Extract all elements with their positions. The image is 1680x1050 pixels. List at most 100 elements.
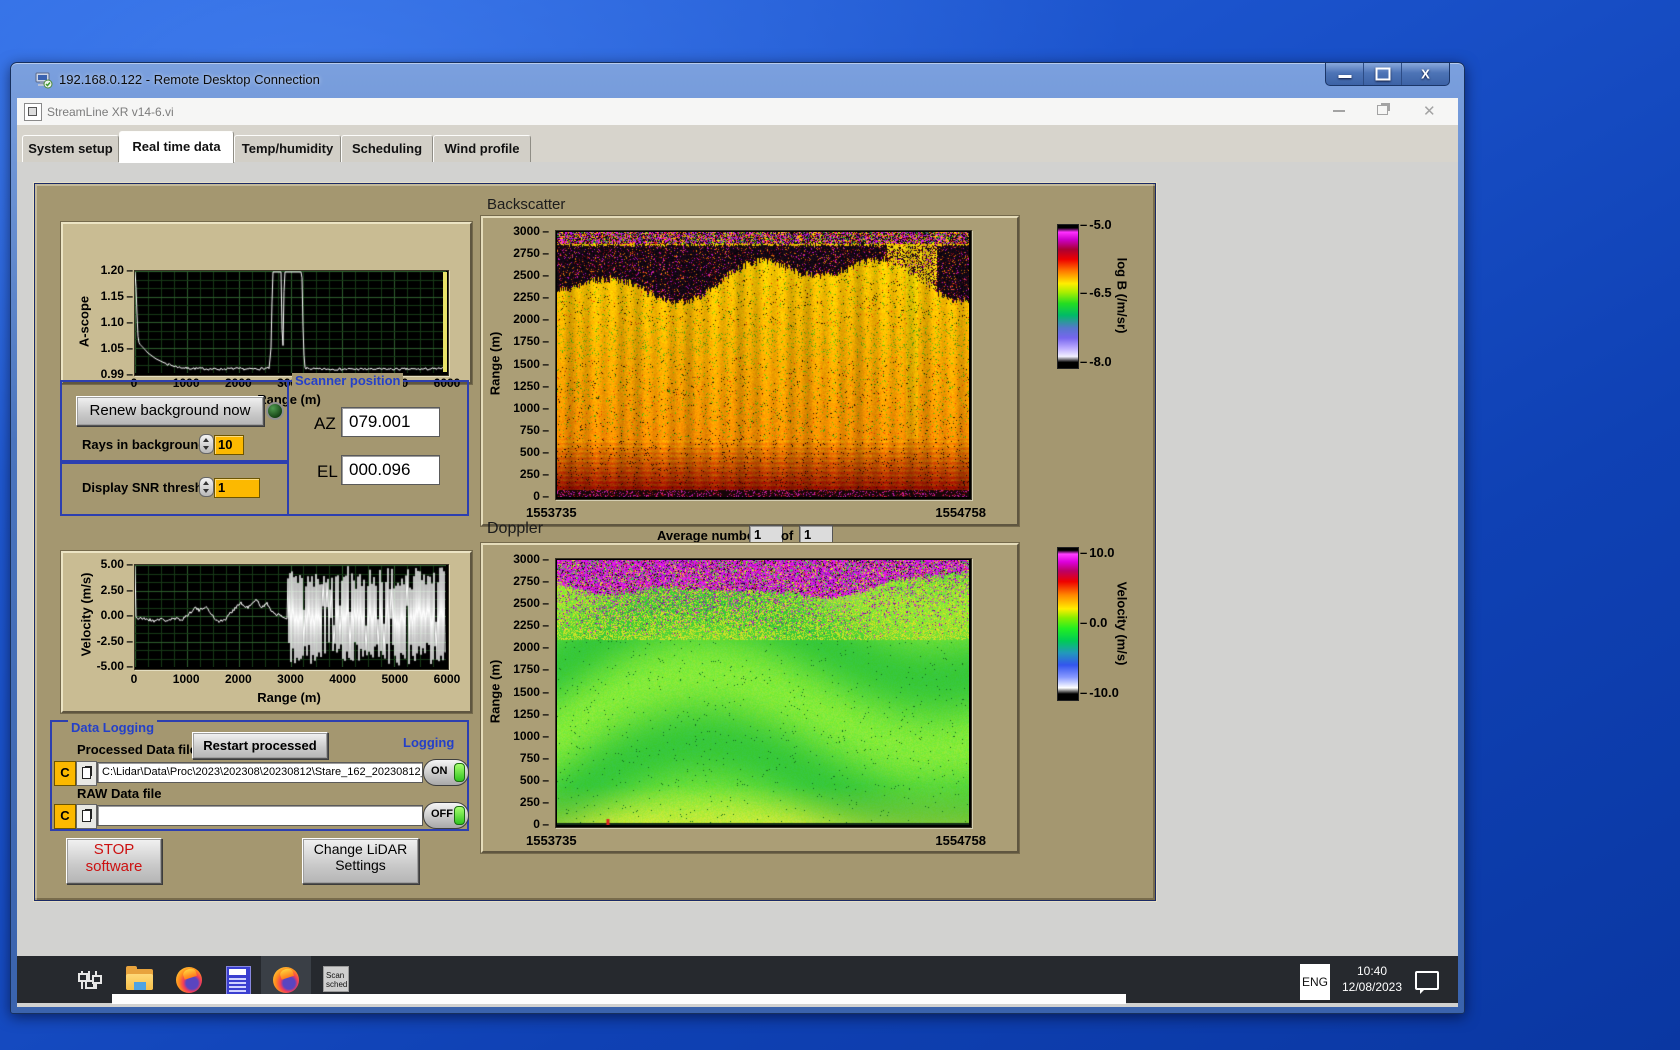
action-center-icon[interactable] xyxy=(1415,971,1439,994)
scan-sched-line1: Scan xyxy=(326,971,345,980)
rdp-icon xyxy=(35,71,53,89)
sliders-icon[interactable] xyxy=(78,969,102,991)
doppler-cb-tick-1: 0.0 xyxy=(1080,615,1107,630)
app-minimize-button[interactable] xyxy=(1333,110,1345,112)
ytick-label: 1000 xyxy=(513,401,549,415)
az-value-field[interactable]: 079.001 xyxy=(341,407,440,437)
scanner-position-group: Scanner position AZ 079.001 EL 000.096 xyxy=(287,373,469,516)
raw-path-field[interactable] xyxy=(97,805,423,826)
xtick-label: 3000 xyxy=(277,672,304,686)
backscatter-cb-tick-2: -8.0 xyxy=(1080,354,1111,369)
change-lidar-settings-button[interactable]: Change LiDAR Settings xyxy=(302,838,419,884)
doppler-plot[interactable] xyxy=(555,558,972,828)
rdp-minimize-button[interactable] xyxy=(1326,63,1364,85)
tab-real-time-data[interactable]: Real time data xyxy=(119,131,234,163)
app-restore-button[interactable] xyxy=(1377,105,1388,115)
ytick-label: 2500 xyxy=(513,268,549,282)
ytick-label: 2750 xyxy=(513,246,549,260)
backscatter-cb-tick-1: -6.5 xyxy=(1080,285,1111,300)
backscatter-colorbar xyxy=(1057,224,1079,369)
ytick-label: 1250 xyxy=(513,379,549,393)
raw-browse-icon[interactable] xyxy=(76,804,97,829)
raw-logging-led xyxy=(454,806,465,825)
firefox-icon-active[interactable] xyxy=(273,967,299,993)
clock-time: 10:40 xyxy=(1356,964,1388,978)
ytick-label: 1.10 xyxy=(101,315,133,329)
ascope-chart-panel: A-scope 1.201.151.101.050.99 01000200030… xyxy=(61,222,472,407)
stop-software-button[interactable]: STOP software xyxy=(66,838,162,884)
processed-browse-icon[interactable] xyxy=(76,761,97,786)
app-titlebar[interactable]: StreamLine XR v14-6.vi ✕ xyxy=(17,98,1458,126)
front-panel: A-scope 1.201.151.101.050.99 01000200030… xyxy=(34,183,1156,901)
rdp-maximize-button[interactable] xyxy=(1364,63,1402,85)
snr-value[interactable]: 1 xyxy=(214,478,260,498)
ytick-label: 500 xyxy=(520,445,549,459)
rdp-close-button[interactable]: X xyxy=(1402,63,1449,85)
backscatter-plot[interactable] xyxy=(555,230,972,500)
data-logging-group: Data Logging Processed Data file Restart… xyxy=(50,720,469,831)
language-indicator[interactable]: ENG xyxy=(1300,964,1330,1000)
clock-date: 12/08/2023 xyxy=(1341,980,1403,994)
app-close-button[interactable]: ✕ xyxy=(1423,102,1436,120)
raw-drive-selector[interactable]: C xyxy=(54,804,76,829)
ascope-ytick-labels: 1.20 1.15 1.10 1.05 0.99 xyxy=(89,263,133,381)
average-number-label: Average number xyxy=(657,528,760,543)
ytick-label: 0 xyxy=(533,489,549,503)
change-line1: Change LiDAR xyxy=(313,841,408,857)
plot-cursor[interactable] xyxy=(443,272,447,372)
doppler-panel: Range (m) 300027502500225020001750150012… xyxy=(481,543,1019,853)
ytick-label: 1.20 xyxy=(101,263,133,277)
doppler-x-right: 1554758 xyxy=(935,833,986,848)
tab-temp-humidity[interactable]: Temp/humidity xyxy=(234,135,341,162)
rays-value[interactable]: 10 xyxy=(214,435,244,455)
ytick-label: -5.00 xyxy=(97,659,133,673)
ytick-label: 250 xyxy=(520,467,549,481)
processed-logging-toggle[interactable]: ON xyxy=(423,759,469,786)
restart-processed-file-button[interactable]: Restart processed file xyxy=(192,732,328,778)
backscatter-x-right: 1554758 xyxy=(935,505,986,520)
tab-scheduling[interactable]: Scheduling xyxy=(341,135,433,162)
app-window-title: StreamLine XR v14-6.vi xyxy=(47,105,174,119)
maximize-icon xyxy=(1375,67,1390,81)
ytick-label: 1500 xyxy=(513,357,549,371)
document-icon[interactable] xyxy=(226,966,251,995)
ytick-label: 2250 xyxy=(513,618,549,632)
processed-drive-selector[interactable]: C xyxy=(54,761,76,786)
vi-icon xyxy=(24,103,42,121)
close-icon: X xyxy=(1421,66,1430,82)
taskbar-clock[interactable]: 10:40 12/08/2023 xyxy=(1333,963,1411,995)
renew-background-button[interactable]: Renew background now xyxy=(76,396,264,426)
data-logging-title: Data Logging xyxy=(68,720,158,735)
ytick-label: 1.05 xyxy=(101,341,133,355)
tab-bar: System setup Real time data Temp/humidity S… xyxy=(17,125,1458,163)
el-label: EL xyxy=(317,462,338,481)
processed-path-field[interactable]: C:\Lidar\Data\Proc\2023\202308\20230812\… xyxy=(97,762,423,783)
el-value-field[interactable]: 000.096 xyxy=(341,455,440,485)
stop-line1: STOP xyxy=(93,841,135,858)
ytick-label: 2750 xyxy=(513,574,549,588)
logging-label: Logging xyxy=(400,735,458,750)
file-explorer-icon[interactable] xyxy=(126,966,153,990)
raw-logging-toggle[interactable]: OFF xyxy=(423,802,469,829)
doppler-ytick-labels: 3000275025002250200017501500125010007505… xyxy=(491,552,549,831)
scan-scheduler-icon[interactable]: Scan sched xyxy=(323,966,349,992)
ytick-label: 2500 xyxy=(513,596,549,610)
ascope-plot[interactable] xyxy=(134,270,449,376)
ytick-label: 3000 xyxy=(513,224,549,238)
tab-system-setup[interactable]: System setup xyxy=(22,135,119,162)
doppler-colorbar xyxy=(1057,547,1079,701)
ytick-label: 750 xyxy=(520,423,549,437)
ytick-label: 0 xyxy=(533,817,549,831)
snr-spinner[interactable] xyxy=(199,477,214,497)
doppler-cb-title: Velocity (m/s) xyxy=(1114,581,1130,666)
backscatter-ytick-labels: 3000275025002250200017501500125010007505… xyxy=(491,224,549,503)
firefox-icon[interactable] xyxy=(176,967,202,993)
velocity-plot[interactable] xyxy=(134,564,449,670)
ytick-label: 0.00 xyxy=(101,608,133,622)
xtick-label: 4000 xyxy=(329,672,357,686)
tab-wind-profile[interactable]: Wind profile xyxy=(433,135,531,162)
rays-spinner[interactable] xyxy=(199,434,214,454)
doppler-cb-tick-2: -10.0 xyxy=(1080,685,1119,700)
rdp-titlebar[interactable]: 192.168.0.122 - Remote Desktop Connectio… xyxy=(11,63,1464,98)
ytick-label: 0.99 xyxy=(101,367,133,381)
